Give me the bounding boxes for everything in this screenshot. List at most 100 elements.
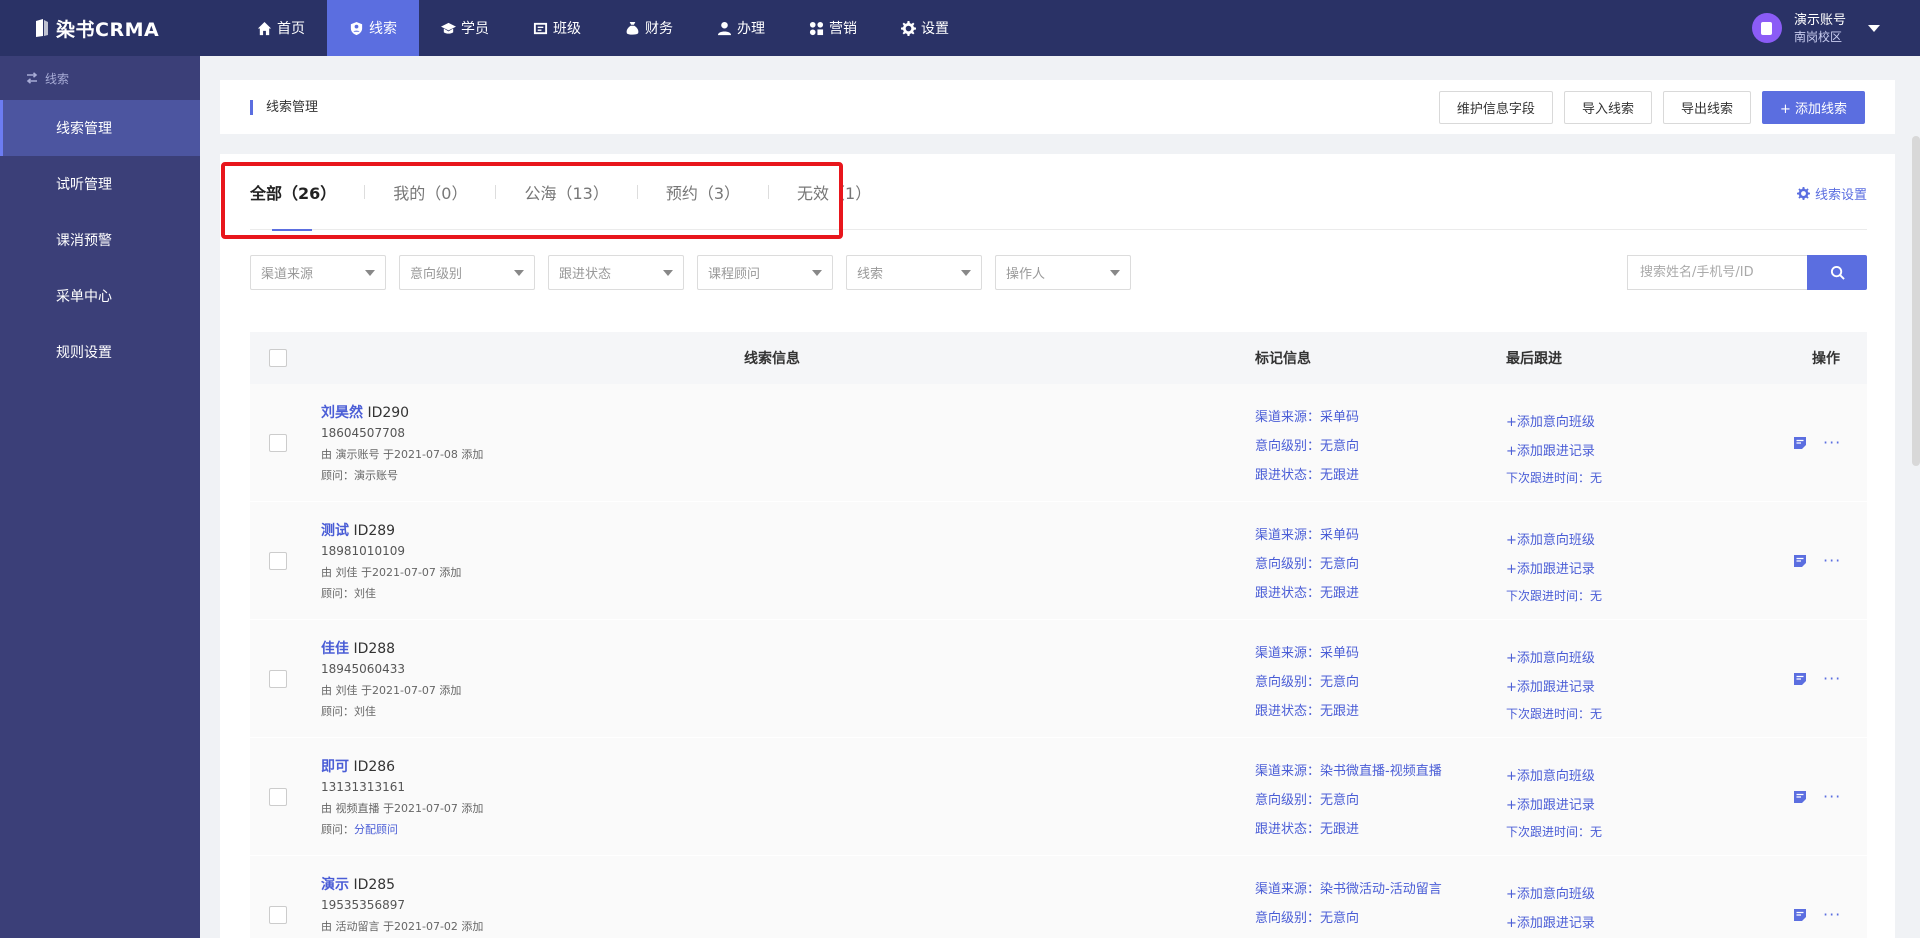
next-followup-time: 下次跟进时间：无 <box>1506 589 1603 603</box>
edit-note-icon[interactable] <box>1793 436 1807 450</box>
filter-channel-select[interactable]: 渠道来源 <box>250 255 386 290</box>
add-intent-class-link[interactable]: +添加意向班级 <box>1506 644 1602 673</box>
clue-name-link[interactable]: 即可 <box>321 759 349 775</box>
table-row: 演示 ID285 19535356897 由 活动留言 于2021-07-02 … <box>250 856 1867 938</box>
assign-adviser-link[interactable]: 分配顾问 <box>354 823 398 836</box>
mark-status: 跟进状态：无跟进 <box>1255 586 1360 601</box>
maintain-fields-button[interactable]: 维护信息字段 <box>1438 91 1553 124</box>
clue-phone: 13131313161 <box>321 780 405 794</box>
export-clues-button[interactable]: 导出线索 <box>1662 91 1751 124</box>
chevron-down-icon[interactable] <box>1868 24 1880 32</box>
nav-marketing[interactable]: 营销 <box>787 0 879 56</box>
sidebar-item-rule-settings[interactable]: 规则设置 <box>0 324 200 380</box>
mark-channel: 渠道来源：染书微活动-活动留言 <box>1255 882 1442 897</box>
add-followup-link[interactable]: +添加跟进记录 <box>1506 555 1602 584</box>
clue-id: ID289 <box>353 523 396 539</box>
sidebar: 线索 线索管理 试听管理 课消预警 采单中心 规则设置 <box>0 56 200 938</box>
logo[interactable]: 染书CRMA <box>0 0 200 56</box>
sidebar-item-clue-management[interactable]: 线索管理 <box>0 100 200 156</box>
clue-name-link[interactable]: 测试 <box>321 523 349 539</box>
filter-status-select[interactable]: 跟进状态 <box>548 255 684 290</box>
more-icon[interactable]: ··· <box>1823 789 1841 805</box>
clue-added-by: 由 刘佳 于2021-07-07 添加 <box>321 566 462 579</box>
add-followup-link[interactable]: +添加跟进记录 <box>1506 909 1595 938</box>
clue-phone: 18604507708 <box>321 426 405 440</box>
sidebar-item-order-center[interactable]: 采单中心 <box>0 268 200 324</box>
add-intent-class-link[interactable]: +添加意向班级 <box>1506 408 1602 437</box>
row-checkbox[interactable] <box>269 434 287 452</box>
clue-name-link[interactable]: 刘昊然 <box>321 405 363 421</box>
nav-handle[interactable]: 办理 <box>695 0 787 56</box>
main-content: 线索管理 维护信息字段 导入线索 导出线索 + 添加线索 全部（26） 我的（0… <box>200 56 1920 938</box>
more-icon[interactable]: ··· <box>1823 553 1841 569</box>
search-input[interactable] <box>1627 255 1807 290</box>
row-checkbox[interactable] <box>269 906 287 924</box>
nav-settings[interactable]: 设置 <box>879 0 971 56</box>
clue-id: ID290 <box>367 405 410 421</box>
filter-adviser-select[interactable]: 课程顾问 <box>697 255 833 290</box>
logo-text: 染书CRMA <box>56 18 160 41</box>
edit-note-icon[interactable] <box>1793 790 1807 804</box>
edit-note-icon[interactable] <box>1793 672 1807 686</box>
tab-invalid[interactable]: 无效（1） <box>797 154 871 230</box>
page-title: 线索管理 <box>250 99 318 115</box>
nav-clue[interactable]: 线索 <box>327 0 419 56</box>
filter-level-select[interactable]: 意向级别 <box>399 255 535 290</box>
edit-note-icon[interactable] <box>1793 908 1807 922</box>
table-header: 线索信息 标记信息 最后跟进 操作 <box>250 332 1867 384</box>
add-clue-button[interactable]: + 添加线索 <box>1761 91 1865 124</box>
nav-finance[interactable]: 财务 <box>603 0 695 56</box>
tab-public-pool[interactable]: 公海（13） <box>524 154 608 230</box>
filter-operator-select[interactable]: 操作人 <box>995 255 1131 290</box>
add-intent-class-link[interactable]: +添加意向班级 <box>1506 526 1602 555</box>
search-button[interactable] <box>1807 255 1867 290</box>
graduation-cap-icon <box>441 22 456 34</box>
row-checkbox[interactable] <box>269 552 287 570</box>
tab-reserved[interactable]: 预约（3） <box>666 154 740 230</box>
clue-id: ID288 <box>353 641 396 657</box>
select-all-checkbox[interactable] <box>269 349 287 367</box>
clue-id: ID286 <box>353 759 396 775</box>
edit-note-icon[interactable] <box>1793 554 1807 568</box>
import-clues-button[interactable]: 导入线索 <box>1563 91 1652 124</box>
tab-all[interactable]: 全部（26） <box>250 154 336 231</box>
search-icon <box>1830 265 1845 280</box>
mark-channel: 渠道来源：染书微直播-视频直播 <box>1255 764 1442 779</box>
clue-icon <box>350 21 363 35</box>
user-campus: 南岗校区 <box>1793 29 1842 44</box>
page-scrollbar[interactable] <box>1912 136 1920 466</box>
user-menu[interactable]: 演示账号 南岗校区 <box>1751 0 1880 56</box>
add-followup-link[interactable]: +添加跟进记录 <box>1506 673 1602 702</box>
tab-mine[interactable]: 我的（0） <box>393 154 467 230</box>
row-checkbox[interactable] <box>269 670 287 688</box>
clue-name-link[interactable]: 佳佳 <box>321 641 349 657</box>
clue-settings-link[interactable]: 线索设置 <box>1796 184 1867 203</box>
sidebar-header: 线索 <box>0 56 200 100</box>
add-followup-link[interactable]: +添加跟进记录 <box>1506 437 1602 466</box>
search-box <box>1627 255 1867 290</box>
gear-icon <box>1796 187 1810 200</box>
chevron-down-icon <box>663 269 673 276</box>
sidebar-item-consumption-warning[interactable]: 课消预警 <box>0 212 200 268</box>
add-intent-class-link[interactable]: +添加意向班级 <box>1506 880 1595 909</box>
nav-home[interactable]: 首页 <box>235 0 327 56</box>
chevron-down-icon <box>812 269 822 276</box>
clue-adviser: 演示账号 <box>354 469 398 482</box>
nav-class[interactable]: 班级 <box>511 0 603 56</box>
nav-student[interactable]: 学员 <box>419 0 511 56</box>
clue-added-by: 由 活动留言 于2021-07-02 添加 <box>321 920 484 933</box>
add-followup-link[interactable]: +添加跟进记录 <box>1506 791 1602 820</box>
table-row: 佳佳 ID288 18945060433 由 刘佳 于2021-07-07 添加… <box>250 620 1867 738</box>
more-icon[interactable]: ··· <box>1823 435 1841 451</box>
row-checkbox[interactable] <box>269 788 287 806</box>
add-intent-class-link[interactable]: +添加意向班级 <box>1506 762 1602 791</box>
more-icon[interactable]: ··· <box>1823 671 1841 687</box>
clue-name-link[interactable]: 演示 <box>321 877 349 893</box>
sidebar-item-trial-management[interactable]: 试听管理 <box>0 156 200 212</box>
book-logo-icon <box>36 19 48 37</box>
mark-status: 跟进状态：无跟进 <box>1255 704 1360 719</box>
more-icon[interactable]: ··· <box>1823 907 1841 923</box>
clue-adviser: 刘佳 <box>354 587 376 600</box>
filter-clue-select[interactable]: 线索 <box>846 255 982 290</box>
avatar <box>1751 13 1782 43</box>
